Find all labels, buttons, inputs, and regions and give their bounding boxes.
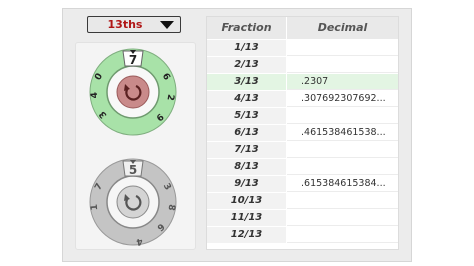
decimal-cell[interactable]: [287, 210, 398, 226]
fraction-cell: 8/13: [207, 159, 286, 175]
fraction-cell: 11/13: [207, 210, 286, 226]
chevron-down-icon[interactable]: [160, 21, 174, 29]
table-row[interactable]: 9/13.615384615384...: [207, 176, 398, 192]
fraction-table: Fraction Decimal 1/13 2/13 3/13.2307 4/13.3…: [206, 16, 399, 250]
dial-top[interactable]: 7 0 4 3 6 2 9: [89, 48, 177, 136]
table-row[interactable]: 10/13: [207, 193, 398, 209]
decimal-cell[interactable]: [287, 193, 398, 209]
decimal-cell[interactable]: .461538461538...: [287, 125, 398, 141]
dial-top-label: 4: [90, 92, 101, 99]
fraction-column-header: Fraction: [207, 17, 286, 39]
dials-svg: 7 0 4 3 6 2 9 5 7 1 3 8 6 4: [89, 48, 177, 246]
table-row[interactable]: 5/13: [207, 108, 398, 124]
decimal-cell[interactable]: .615384615384...: [287, 176, 398, 192]
decimal-cell[interactable]: [287, 159, 398, 175]
fraction-cell: 1/13: [207, 40, 286, 56]
fraction-cell: 3/13: [207, 74, 286, 90]
table-row[interactable]: 1/13: [207, 40, 398, 56]
fraction-cell: 6/13: [207, 125, 286, 141]
fraction-cell: 9/13: [207, 176, 286, 192]
decimal-cell[interactable]: .307692307692...: [287, 91, 398, 107]
decimal-cell[interactable]: [287, 227, 398, 243]
decimal-cell[interactable]: [287, 40, 398, 56]
fraction-cell: 5/13: [207, 108, 286, 124]
table-row[interactable]: 7/13: [207, 142, 398, 158]
dial-bottom-label: 1: [90, 204, 101, 211]
dial-bottom[interactable]: 5 7 1 3 8 6 4: [89, 158, 177, 246]
fraction-cell: 2/13: [207, 57, 286, 73]
fraction-cell: 10/13: [207, 193, 286, 209]
dial-bottom-value: 5: [129, 163, 137, 177]
table-row[interactable]: 3/13.2307: [207, 74, 398, 90]
table-row[interactable]: 6/13.461538461538...: [207, 125, 398, 141]
table-row[interactable]: 4/13.307692307692...: [207, 91, 398, 107]
table-row[interactable]: 11/13: [207, 210, 398, 226]
dial-top-value: 7: [129, 53, 137, 67]
decimal-cell[interactable]: [287, 108, 398, 124]
dial-top-reset-button[interactable]: [116, 75, 150, 109]
decimal-cell[interactable]: [287, 142, 398, 158]
fraction-cell: 12/13: [207, 227, 286, 243]
dial-bottom-reset-button[interactable]: [116, 185, 150, 219]
decimal-cell[interactable]: [287, 57, 398, 73]
fraction-cell: 7/13: [207, 142, 286, 158]
decimal-cell[interactable]: .2307: [287, 74, 398, 90]
table-row[interactable]: 2/13: [207, 57, 398, 73]
dropdown-value: 13ths: [107, 18, 143, 31]
table-row[interactable]: 12/13: [207, 227, 398, 243]
decimal-column-header: Decimal: [287, 17, 398, 39]
denominator-dropdown[interactable]: 13ths: [87, 16, 181, 33]
table-row[interactable]: 8/13: [207, 159, 398, 175]
fraction-cell: 4/13: [207, 91, 286, 107]
